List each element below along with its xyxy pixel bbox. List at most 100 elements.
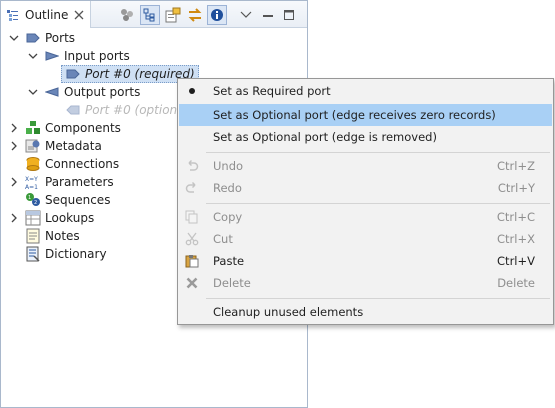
menu-item-shortcut: Delete	[497, 276, 535, 290]
tree-node-ports[interactable]: Ports	[9, 29, 75, 47]
menu-item-cleanup[interactable]: Cleanup unused elements	[179, 301, 552, 323]
menu-item-copy[interactable]: Copy Ctrl+C	[179, 206, 552, 228]
lookups-icon	[25, 210, 41, 226]
menu-item-set-optional-removed[interactable]: Set as Optional port (edge is removed)	[179, 126, 552, 148]
collapse-all-button[interactable]	[140, 5, 160, 25]
minimize-icon	[263, 15, 273, 17]
sync-button[interactable]	[185, 5, 205, 25]
menu-item-shortcut: Ctrl+Y	[497, 181, 535, 195]
outline-icon	[7, 9, 18, 21]
svg-text:A=1: A=1	[25, 184, 38, 190]
menu-item-label: Cut	[213, 232, 233, 246]
tree-node-lookups[interactable]: Lookups	[9, 209, 94, 227]
outline-view-header: Outline	[1, 1, 307, 28]
menu-item-set-optional-zero[interactable]: Set as Optional port (edge receives zero…	[179, 104, 552, 126]
tree-node-label: Notes	[45, 229, 80, 243]
menu-item-label: Copy	[213, 210, 243, 224]
tree-node-metadata[interactable]: Metadata	[9, 137, 102, 155]
tree-node-label: Parameters	[45, 175, 114, 189]
view-menu-icon	[240, 11, 252, 18]
menu-item-redo[interactable]: Redo Ctrl+Y	[179, 177, 552, 199]
chevron-right-icon[interactable]	[9, 177, 19, 187]
menu-item-set-required[interactable]: Set as Required port	[179, 80, 552, 102]
tree-node-components[interactable]: Components	[9, 119, 121, 137]
notes-icon	[25, 228, 41, 244]
connections-icon	[25, 156, 41, 172]
tree-node-label: Dictionary	[45, 247, 107, 261]
menu-item-undo[interactable]: Undo Ctrl+Z	[179, 155, 552, 177]
tree-node-output-ports[interactable]: Output ports	[28, 83, 140, 101]
tree-node-label: Sequences	[45, 193, 111, 207]
tree-node-input-ports[interactable]: Input ports	[28, 47, 130, 65]
tree-node-label: Connections	[45, 157, 120, 171]
undo-icon	[184, 158, 200, 174]
menu-item-shortcut: Ctrl+V	[497, 254, 535, 268]
menu-item-shortcut: Ctrl+Z	[497, 159, 535, 173]
tree-node-label: Output ports	[64, 85, 141, 99]
sync-icon	[188, 8, 202, 22]
chevron-down-icon[interactable]	[28, 51, 38, 61]
menu-item-shortcut: Ctrl+C	[496, 210, 535, 224]
chevron-right-icon[interactable]	[9, 141, 19, 151]
tree-node-label: Input ports	[64, 49, 130, 63]
redo-icon	[184, 180, 200, 196]
menu-item-paste[interactable]: Paste Ctrl+V	[179, 250, 552, 272]
paste-icon	[184, 253, 200, 269]
chevron-right-icon[interactable]	[9, 213, 19, 223]
sort-icon	[121, 9, 133, 21]
menu-item-shortcut: Ctrl+X	[497, 232, 535, 246]
link-editor-icon	[165, 7, 181, 23]
close-icon[interactable]	[74, 10, 84, 20]
svg-text:X=Y: X=Y	[25, 176, 38, 183]
info-button[interactable]	[207, 5, 227, 25]
sequences-icon: 12	[25, 192, 41, 208]
svg-text:2: 2	[34, 200, 37, 206]
sort-button[interactable]	[117, 5, 137, 25]
outline-tab[interactable]: Outline	[1, 1, 91, 28]
tree-node-label: Ports	[45, 31, 76, 45]
port-icon	[65, 102, 81, 118]
menu-item-label: Set as Optional port (edge is removed)	[213, 130, 437, 144]
menu-item-label: Paste	[213, 254, 245, 268]
tree-node-label: Metadata	[45, 139, 102, 153]
menu-item-label: Set as Optional port (edge receives zero…	[213, 108, 496, 122]
tree-node-label: Lookups	[45, 211, 95, 225]
chevron-down-icon[interactable]	[9, 33, 19, 43]
maximize-icon	[284, 10, 294, 20]
menu-separator	[206, 152, 550, 153]
parameters-icon: X=Y A=1	[25, 174, 41, 190]
tree-node-parameters[interactable]: X=Y A=1 Parameters	[9, 173, 114, 191]
tree-node-label: Components	[45, 121, 121, 135]
menu-item-label: Delete	[213, 276, 251, 290]
view-menu-button[interactable]	[236, 5, 256, 25]
menu-item-cut[interactable]: Cut Ctrl+X	[179, 228, 552, 250]
delete-icon	[184, 275, 200, 291]
maximize-button[interactable]	[279, 5, 299, 25]
port-icon	[25, 30, 41, 46]
output-port-icon	[44, 84, 60, 100]
menu-separator	[206, 203, 550, 204]
components-icon	[25, 120, 41, 136]
port-icon	[65, 66, 81, 82]
menu-item-label: Set as Required port	[213, 84, 331, 98]
svg-text:1: 1	[28, 195, 31, 201]
tree-node-output-port-0[interactable]: Port #0 (optional)	[65, 101, 193, 119]
scissors-icon	[184, 231, 200, 247]
tree-node-sequences[interactable]: 12 Sequences	[25, 191, 110, 209]
menu-separator	[206, 298, 550, 299]
menu-item-label: Cleanup unused elements	[213, 305, 364, 319]
tree-node-notes[interactable]: Notes	[25, 227, 80, 245]
menu-item-label: Redo	[213, 181, 242, 195]
chevron-down-icon[interactable]	[28, 87, 38, 97]
menu-item-label: Undo	[213, 159, 244, 173]
copy-icon	[184, 209, 200, 225]
minimize-button[interactable]	[258, 5, 278, 25]
link-editor-button[interactable]	[163, 5, 183, 25]
input-port-icon	[44, 48, 60, 64]
dictionary-icon	[25, 246, 41, 262]
menu-item-delete[interactable]: Delete Delete	[179, 272, 552, 294]
chevron-right-icon[interactable]	[9, 123, 19, 133]
tree-node-connections[interactable]: Connections	[25, 155, 119, 173]
outline-tab-label: Outline	[25, 7, 69, 22]
tree-node-dictionary[interactable]: Dictionary	[25, 245, 107, 263]
